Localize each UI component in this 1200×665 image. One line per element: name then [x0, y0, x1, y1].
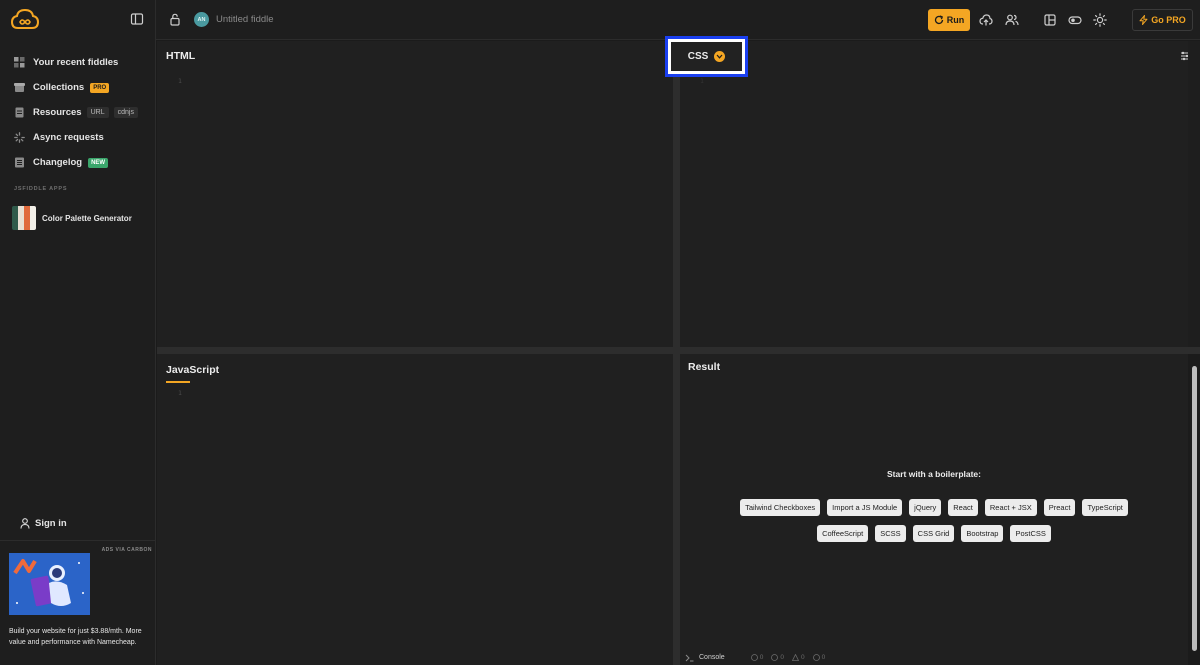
file-icon — [14, 107, 25, 118]
box-icon — [14, 82, 25, 93]
sidebar-item-label: Resources — [33, 107, 82, 118]
count-value: 0 — [759, 654, 764, 661]
boilerplate-chip[interactable]: PostCSS — [1010, 525, 1051, 542]
palette-thumbnail-icon — [12, 206, 36, 230]
line-number: 1 — [178, 77, 182, 85]
error-icon — [812, 654, 820, 661]
url-badge[interactable]: URL — [86, 107, 109, 118]
run-button[interactable]: Run — [928, 9, 970, 31]
html-pane-title[interactable]: HTML — [166, 50, 195, 62]
sidebar-nav: Your recent fiddles Your recent fiddles … — [0, 50, 156, 175]
boilerplate-heading: Start with a boilerplate: — [887, 469, 981, 479]
lock-icon[interactable] — [169, 13, 181, 26]
tab-css[interactable]: CSS — [671, 42, 742, 71]
fiddle-title[interactable]: Untitled fiddle — [216, 14, 274, 25]
sidebar-item-changelog[interactable]: Changelog NEW — [0, 150, 156, 175]
cloud-upload-icon[interactable] — [979, 13, 993, 27]
jsfiddle-logo-icon[interactable] — [10, 8, 40, 32]
user-icon — [20, 518, 30, 529]
ad-label: ADS VIA CARBON — [101, 547, 152, 553]
lightning-icon — [1139, 15, 1148, 25]
sidebar-item-async-requests[interactable]: Async requests — [0, 125, 156, 150]
sidebar-item-recent-fiddles[interactable]: Your recent fiddles — [0, 50, 156, 75]
javascript-pane[interactable]: JavaScript 1 — [157, 354, 673, 665]
sidebar-item-label: Async requests — [33, 132, 104, 143]
javascript-pane-title[interactable]: JavaScript — [166, 364, 219, 376]
result-scrollbar-thumb[interactable] — [1192, 366, 1197, 651]
cdnjs-badge[interactable]: cdnjs — [113, 107, 138, 118]
sidebar-item-label: Collections — [33, 82, 85, 93]
boilerplate-chip[interactable]: Tailwind Checkboxes — [740, 499, 821, 516]
spinner-icon — [14, 132, 25, 143]
boilerplate-chip[interactable]: jQuery — [909, 499, 942, 516]
count-value: 0 — [800, 654, 805, 661]
info-circle-icon — [771, 654, 779, 661]
sidebar-item-label: Your recent fiddles — [33, 57, 119, 68]
boilerplate-row-1: Tailwind Checkboxes Import a JS Module j… — [680, 499, 1188, 516]
ad-image[interactable] — [9, 553, 90, 615]
boilerplate-chip[interactable]: Preact — [1043, 499, 1076, 516]
line-number: 1 — [700, 77, 704, 85]
run-label: Run — [946, 15, 965, 25]
sign-in-label: Sign in — [35, 518, 67, 529]
ad-text[interactable]: Build your website for just $3.88/mth. M… — [9, 626, 149, 648]
boilerplate-chip[interactable]: CSS Grid — [912, 525, 955, 542]
toggle-icon[interactable] — [1068, 13, 1082, 27]
go-pro-button[interactable]: Go PRO — [1132, 9, 1193, 31]
boilerplate-chip[interactable]: React — [948, 499, 978, 516]
sidebar-item-collections[interactable]: Your recent fiddles Collections PRO — [0, 75, 156, 100]
avatar[interactable]: AN — [194, 12, 209, 27]
warning-icon — [791, 654, 799, 661]
users-icon[interactable] — [1005, 13, 1019, 27]
right-horizontal-splitter[interactable] — [680, 347, 1200, 354]
console-count-errors: 0 — [812, 654, 826, 661]
boilerplate-chip[interactable]: CoffeeScript — [817, 525, 869, 542]
boilerplate-chip[interactable]: Bootstrap — [961, 525, 1004, 542]
boilerplate-chip[interactable]: Import a JS Module — [827, 499, 903, 516]
sign-in-button[interactable]: Sign in — [20, 518, 67, 529]
count-value: 0 — [821, 654, 826, 661]
sidebar-toggle-icon[interactable] — [130, 12, 144, 26]
console-count-info: 0 — [771, 654, 784, 661]
tab-active-indicator — [166, 381, 190, 383]
boilerplate-chip[interactable]: TypeScript — [1082, 499, 1128, 516]
console-count-logs: 0 — [750, 654, 764, 661]
pro-badge: PRO — [90, 82, 110, 93]
console-count-warnings: 0 — [791, 654, 805, 661]
refresh-icon — [934, 15, 943, 25]
count-value: 0 — [780, 654, 784, 661]
terminal-icon — [685, 654, 694, 661]
topbar: AN Untitled fiddle Run Go PRO — [156, 0, 1200, 40]
layout-icon[interactable] — [1043, 13, 1057, 27]
go-pro-label: Go PRO — [1151, 15, 1186, 25]
chevron-down-icon[interactable] — [714, 51, 726, 62]
line-number: 1 — [178, 389, 182, 397]
sidebar: Your recent fiddles Your recent fiddles … — [0, 0, 156, 665]
apps-header: JSFIDDLE APPS — [14, 186, 68, 192]
list-icon — [14, 157, 25, 168]
app-root: Your recent fiddles Your recent fiddles … — [0, 0, 1200, 665]
info-icon — [750, 654, 758, 661]
new-badge: NEW — [88, 157, 109, 168]
css-pane-title: CSS — [687, 51, 709, 62]
carbon-ad[interactable]: ADS VIA CARBON Build your website for ju… — [0, 540, 156, 665]
css-pane[interactable]: 1 — [680, 41, 1188, 347]
css-tab-highlight[interactable]: CSS — [665, 36, 748, 77]
right-edge — [1188, 41, 1200, 347]
app-name: Color Palette Generator — [42, 213, 132, 223]
html-pane[interactable]: HTML 1 — [157, 41, 673, 347]
sun-icon[interactable] — [1093, 13, 1107, 27]
boilerplate-chip[interactable]: SCSS — [875, 525, 906, 542]
boilerplate-chip[interactable]: React + JSX — [984, 499, 1037, 516]
console-label[interactable]: Console — [699, 654, 725, 661]
left-horizontal-splitter[interactable] — [157, 347, 673, 354]
result-pane-title: Result — [688, 361, 721, 373]
sidebar-item-label: Changelog — [33, 157, 83, 168]
app-color-palette-generator[interactable]: Color Palette Generator — [12, 206, 132, 230]
vertical-splitter[interactable] — [673, 41, 680, 665]
sidebar-item-resources[interactable]: Resources URL cdnjs — [0, 100, 156, 125]
console-bar[interactable]: Console 0 0 0 0 — [680, 650, 1188, 665]
boilerplate-row-2: CoffeeScript SCSS CSS Grid Bootstrap Pos… — [680, 525, 1188, 542]
grid-icon — [14, 57, 25, 68]
